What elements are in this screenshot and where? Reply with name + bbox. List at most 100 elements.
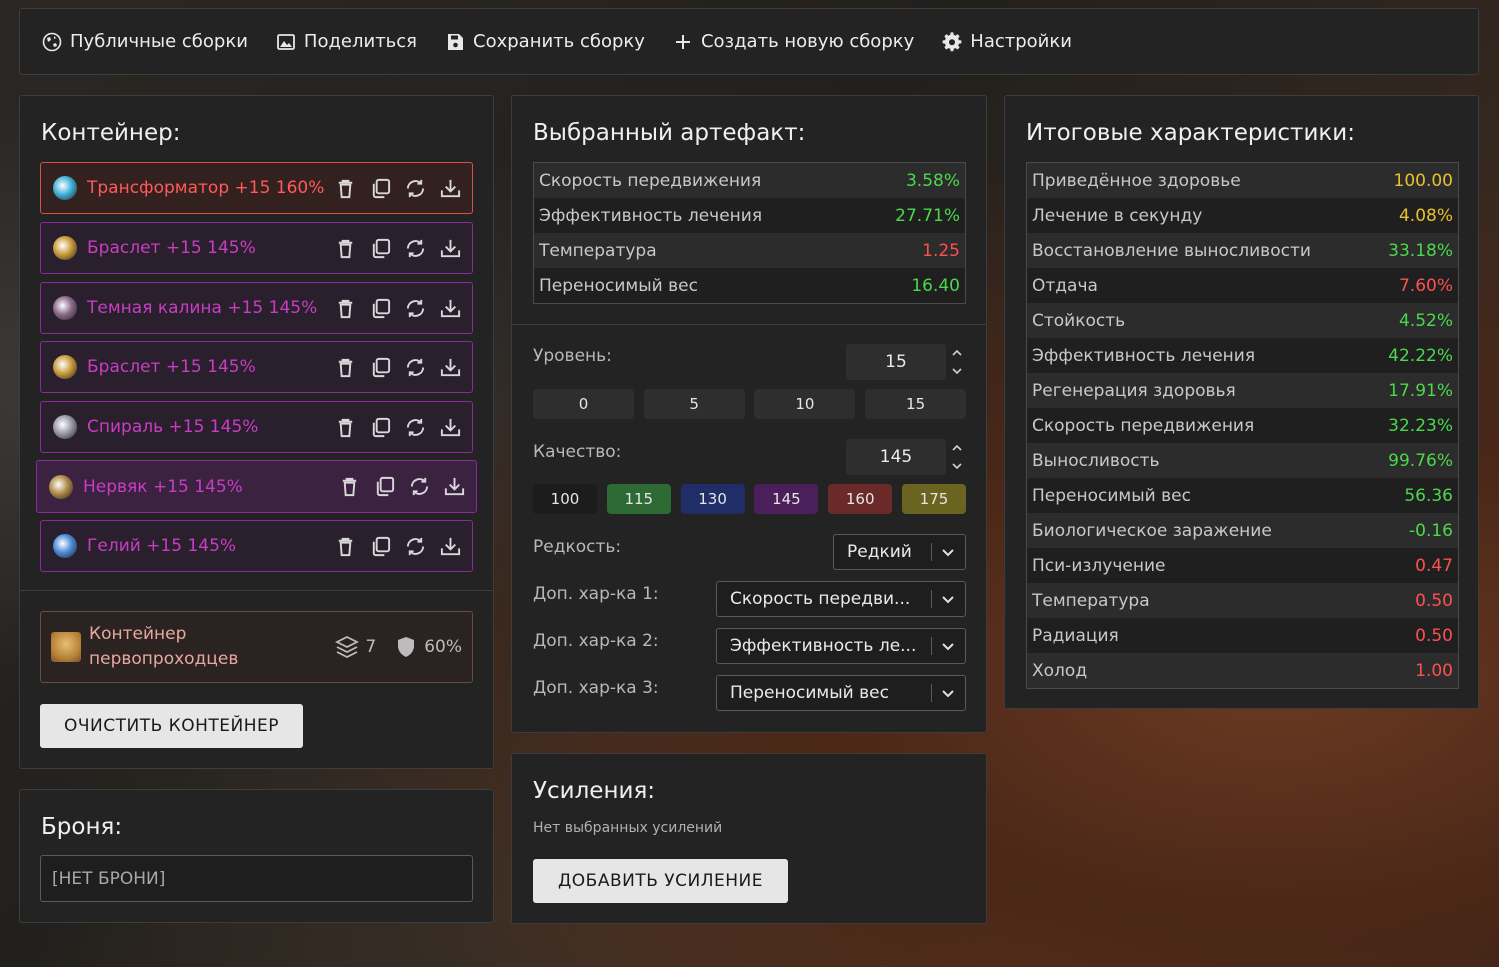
copy-icon[interactable] [369,535,392,558]
quality-spinner-icon[interactable] [950,442,964,472]
artifact-icon [53,415,77,439]
public-builds-button[interactable]: Публичные сборки [42,31,248,52]
artifact-name: Спираль +15 145% [87,417,259,437]
public-builds-label: Публичные сборки [70,31,248,52]
chevron-down-icon [942,596,954,604]
level-spinner-icon[interactable] [950,347,964,377]
save-build-label: Сохранить сборку [473,31,645,52]
level-label: Уровень: [533,346,612,366]
save-build-button[interactable]: Сохранить сборку [445,31,645,52]
artifact-row[interactable]: Спираль +15 145% [40,401,473,453]
trash-icon[interactable] [334,416,357,439]
artifact-icon [53,176,77,200]
quality-preset-chip[interactable]: 100 [533,484,597,514]
quality-preset-chip[interactable]: 160 [828,484,893,514]
trash-icon[interactable] [334,535,357,558]
artifact-row[interactable]: Гелий +15 145% [40,520,473,572]
extra2-value: Эффективность ле... [730,636,917,656]
stat-label: Эффективность лечения [1032,345,1256,366]
stat-value: 1.25 [922,240,960,261]
extra3-label: Доп. хар-ка 3: [533,678,659,698]
refresh-icon[interactable] [404,297,427,320]
quality-preset-chip[interactable]: 115 [606,484,671,514]
stat-row: Приведённое здоровье 100.00 [1027,163,1458,198]
download-icon[interactable] [439,535,462,558]
new-build-button[interactable]: Создать новую сборку [673,31,914,52]
stat-value: 0.47 [1415,555,1453,576]
download-icon[interactable] [439,177,462,200]
extra1-separator [931,590,932,608]
download-icon[interactable] [439,416,462,439]
stat-label: Скорость передвижения [1032,415,1255,436]
container-title: Контейнер: [41,120,181,146]
copy-icon[interactable] [369,356,392,379]
stat-label: Переносимый вес [539,275,698,296]
level-preset-chip[interactable]: 0 [533,389,634,419]
download-icon[interactable] [439,297,462,320]
level-preset-chip[interactable]: 5 [643,389,745,419]
quality-preset-chip[interactable]: 145 [754,484,819,514]
stat-value: 3.58% [905,170,960,191]
level-input[interactable]: 15 [846,344,946,380]
quality-preset-chip[interactable]: 175 [902,484,966,514]
artifact-row[interactable]: Браслет +15 145% [40,341,473,393]
stat-value: 33.18% [1388,240,1453,261]
refresh-icon[interactable] [404,177,427,200]
extra3-select[interactable]: Переносимый вес [716,675,966,711]
stat-row: Холод 1.00 [1027,653,1458,688]
rarity-select[interactable]: Редкий [833,534,966,570]
armor-title: Броня: [41,814,123,840]
level-preset-chip[interactable]: 15 [865,389,967,419]
artifact-row[interactable]: Темная калина +15 145% [40,282,473,334]
download-icon[interactable] [439,356,462,379]
extra2-select[interactable]: Эффективность ле... [716,628,966,664]
armor-panel: Броня: [НЕТ БРОНИ] [19,789,494,923]
stat-label: Температура [539,240,657,261]
trash-icon[interactable] [334,356,357,379]
artifact-actions [334,535,462,558]
artifact-name: Браслет +15 145% [87,238,256,258]
clear-container-button[interactable]: ОЧИСТИТЬ КОНТЕЙНЕР [40,704,303,748]
stat-label: Регенерация здоровья [1032,380,1236,401]
artifact-row[interactable]: Нервяк +15 145% [36,460,477,513]
trash-icon[interactable] [334,237,357,260]
extra1-select[interactable]: Скорость передви... [716,581,966,617]
trash-icon[interactable] [334,177,357,200]
artifact-icon [53,355,77,379]
copy-icon[interactable] [369,237,392,260]
level-preset-chip[interactable]: 10 [754,389,856,419]
trash-icon[interactable] [338,475,361,498]
chevron-down-icon [942,690,954,698]
artifact-icon [53,236,77,260]
refresh-icon[interactable] [404,356,427,379]
settings-button[interactable]: Настройки [942,31,1072,52]
copy-icon[interactable] [369,297,392,320]
stat-value: 0.50 [1415,625,1453,646]
stat-label: Эффективность лечения [539,205,763,226]
refresh-icon[interactable] [404,237,427,260]
refresh-icon[interactable] [404,416,427,439]
quality-input[interactable]: 145 [846,439,946,475]
armor-select[interactable]: [НЕТ БРОНИ] [40,855,473,902]
artifact-actions [334,356,462,379]
trash-icon[interactable] [334,297,357,320]
download-icon[interactable] [443,475,466,498]
refresh-icon[interactable] [404,535,427,558]
share-button[interactable]: Поделиться [276,31,417,52]
artifact-row[interactable]: Браслет +15 145% [40,222,473,274]
copy-icon[interactable] [369,177,392,200]
copy-icon[interactable] [373,475,396,498]
quality-preset-chip[interactable]: 130 [680,484,745,514]
refresh-icon[interactable] [408,475,431,498]
stat-row: Регенерация здоровья 17.91% [1027,373,1458,408]
add-boost-button[interactable]: ДОБАВИТЬ УСИЛЕНИЕ [533,859,788,903]
stat-row: Биологическое заражение -0.16 [1027,513,1458,548]
stat-value: 0.50 [1415,590,1453,611]
container-card[interactable]: Контейнер первопроходцев 7 60% [40,611,473,683]
copy-icon[interactable] [369,416,392,439]
download-icon[interactable] [439,237,462,260]
artifact-row[interactable]: Трансформатор +15 160% [40,162,473,214]
artifact-actions [338,475,466,498]
floppy-disk-icon [448,33,464,50]
stat-row: Переносимый вес 56.36 [1027,478,1458,513]
